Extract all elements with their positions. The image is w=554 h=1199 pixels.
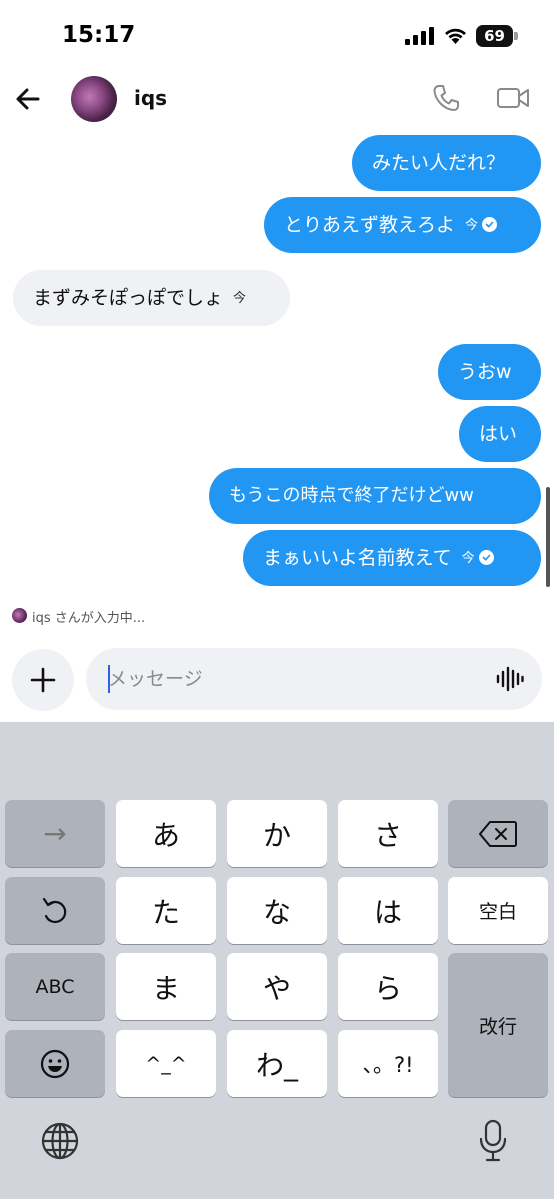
return-key-label: 改行 bbox=[478, 1015, 517, 1038]
message-bubble-incoming[interactable]: まずみそぽっぽでしょ今 bbox=[13, 270, 290, 326]
message-bubble-outgoing[interactable]: まぁいいよ名前教えて今 bbox=[243, 530, 541, 586]
key-ta[interactable]: た bbox=[116, 877, 216, 944]
message-input-field[interactable]: メッセージ bbox=[86, 648, 542, 710]
undo-key[interactable] bbox=[5, 877, 105, 944]
key-na[interactable]: な bbox=[227, 877, 327, 944]
key-a-label: あ bbox=[151, 818, 180, 852]
message-text: とりあえず教えろよ bbox=[284, 214, 456, 236]
scroll-indicator[interactable] bbox=[546, 487, 550, 587]
key-ta-label: た bbox=[151, 895, 180, 929]
chat-header: iqs bbox=[0, 70, 554, 130]
message-bubble-outgoing[interactable]: はい bbox=[459, 406, 541, 462]
kaomoji-key[interactable]: ^_^ bbox=[116, 1030, 216, 1097]
seen-check-icon bbox=[478, 549, 494, 565]
contact-avatar[interactable] bbox=[71, 76, 117, 122]
message-bubble-outgoing[interactable]: とりあえず教えろよ今 bbox=[264, 197, 541, 253]
key-ya-label: や bbox=[262, 971, 291, 1005]
message-text: はい bbox=[479, 423, 518, 445]
message-time: 今 bbox=[465, 217, 479, 233]
space-key-label: 空白 bbox=[478, 901, 517, 923]
message-text: うおw bbox=[458, 361, 512, 383]
key-ma[interactable]: ま bbox=[116, 953, 216, 1020]
emoji-key[interactable] bbox=[5, 1030, 105, 1097]
key-ha-label: は bbox=[373, 895, 402, 929]
globe-icon[interactable] bbox=[40, 1121, 80, 1161]
phone-icon[interactable] bbox=[430, 82, 462, 114]
message-text: みたい人だれ？ bbox=[372, 152, 506, 174]
undo-icon bbox=[42, 897, 67, 923]
message-text: まぁいいよ名前教えて bbox=[263, 547, 452, 569]
plus-icon bbox=[30, 667, 56, 693]
battery-cap bbox=[514, 32, 518, 40]
typing-indicator-text: iqs さんが入力中... bbox=[32, 611, 146, 626]
video-camera-icon[interactable] bbox=[496, 84, 530, 112]
next-candidate-key-label: → bbox=[43, 817, 67, 850]
backspace-icon bbox=[479, 820, 517, 847]
key-ra[interactable]: ら bbox=[338, 953, 438, 1020]
key-ma-label: ま bbox=[151, 971, 180, 1005]
key-sa-label: さ bbox=[373, 818, 402, 852]
message-input-placeholder: メッセージ bbox=[108, 668, 203, 690]
add-attachment-button[interactable] bbox=[12, 649, 74, 711]
voice-waveform-icon[interactable] bbox=[496, 666, 524, 692]
message-text: まずみそぽっぽでしょ bbox=[33, 287, 224, 309]
key-a[interactable]: あ bbox=[116, 800, 216, 867]
space-key[interactable]: 空白 bbox=[448, 877, 548, 944]
return-key[interactable]: 改行 bbox=[448, 953, 548, 1097]
kaomoji-key-label: ^_^ bbox=[145, 1052, 187, 1075]
contact-name[interactable]: iqs bbox=[134, 86, 167, 110]
abc-key-label: ABC bbox=[35, 975, 75, 998]
key-wa[interactable]: わ_ bbox=[227, 1030, 327, 1097]
key-ka[interactable]: か bbox=[227, 800, 327, 867]
key-ya[interactable]: や bbox=[227, 953, 327, 1020]
typing-avatar bbox=[12, 608, 27, 623]
message-bubble-outgoing[interactable]: うおw bbox=[438, 344, 541, 400]
microphone-icon[interactable] bbox=[479, 1119, 507, 1163]
key-sa[interactable]: さ bbox=[338, 800, 438, 867]
key-na-label: な bbox=[262, 895, 291, 929]
battery-indicator: 69 bbox=[476, 25, 518, 47]
battery-level: 69 bbox=[476, 25, 513, 47]
key-ra-label: ら bbox=[373, 971, 402, 1005]
next-candidate-key[interactable]: → bbox=[5, 800, 105, 867]
key-wa-label: わ_ bbox=[255, 1048, 298, 1082]
message-bubble-outgoing[interactable]: もうこの時点で終了だけどww bbox=[209, 468, 541, 524]
message-text: もうこの時点で終了だけどww bbox=[229, 485, 474, 506]
status-time: 15:17 bbox=[62, 22, 136, 48]
backspace-key[interactable] bbox=[448, 800, 548, 867]
message-time: 今 bbox=[461, 550, 475, 566]
punctuation-key[interactable]: 、。?! bbox=[338, 1030, 438, 1097]
status-bar: 15:17 69 bbox=[0, 0, 554, 70]
message-bubble-outgoing[interactable]: みたい人だれ？ bbox=[352, 135, 541, 191]
seen-check-icon bbox=[482, 216, 498, 232]
punctuation-key-label: 、。?! bbox=[362, 1052, 414, 1077]
abc-key[interactable]: ABC bbox=[5, 953, 105, 1020]
key-ha[interactable]: は bbox=[338, 877, 438, 944]
emoji-icon bbox=[40, 1049, 70, 1078]
cellular-signal-icon bbox=[405, 27, 434, 45]
message-time: 今 bbox=[233, 290, 247, 306]
back-arrow-icon[interactable] bbox=[12, 82, 46, 116]
wifi-icon bbox=[445, 28, 466, 44]
key-ka-label: か bbox=[262, 818, 291, 852]
